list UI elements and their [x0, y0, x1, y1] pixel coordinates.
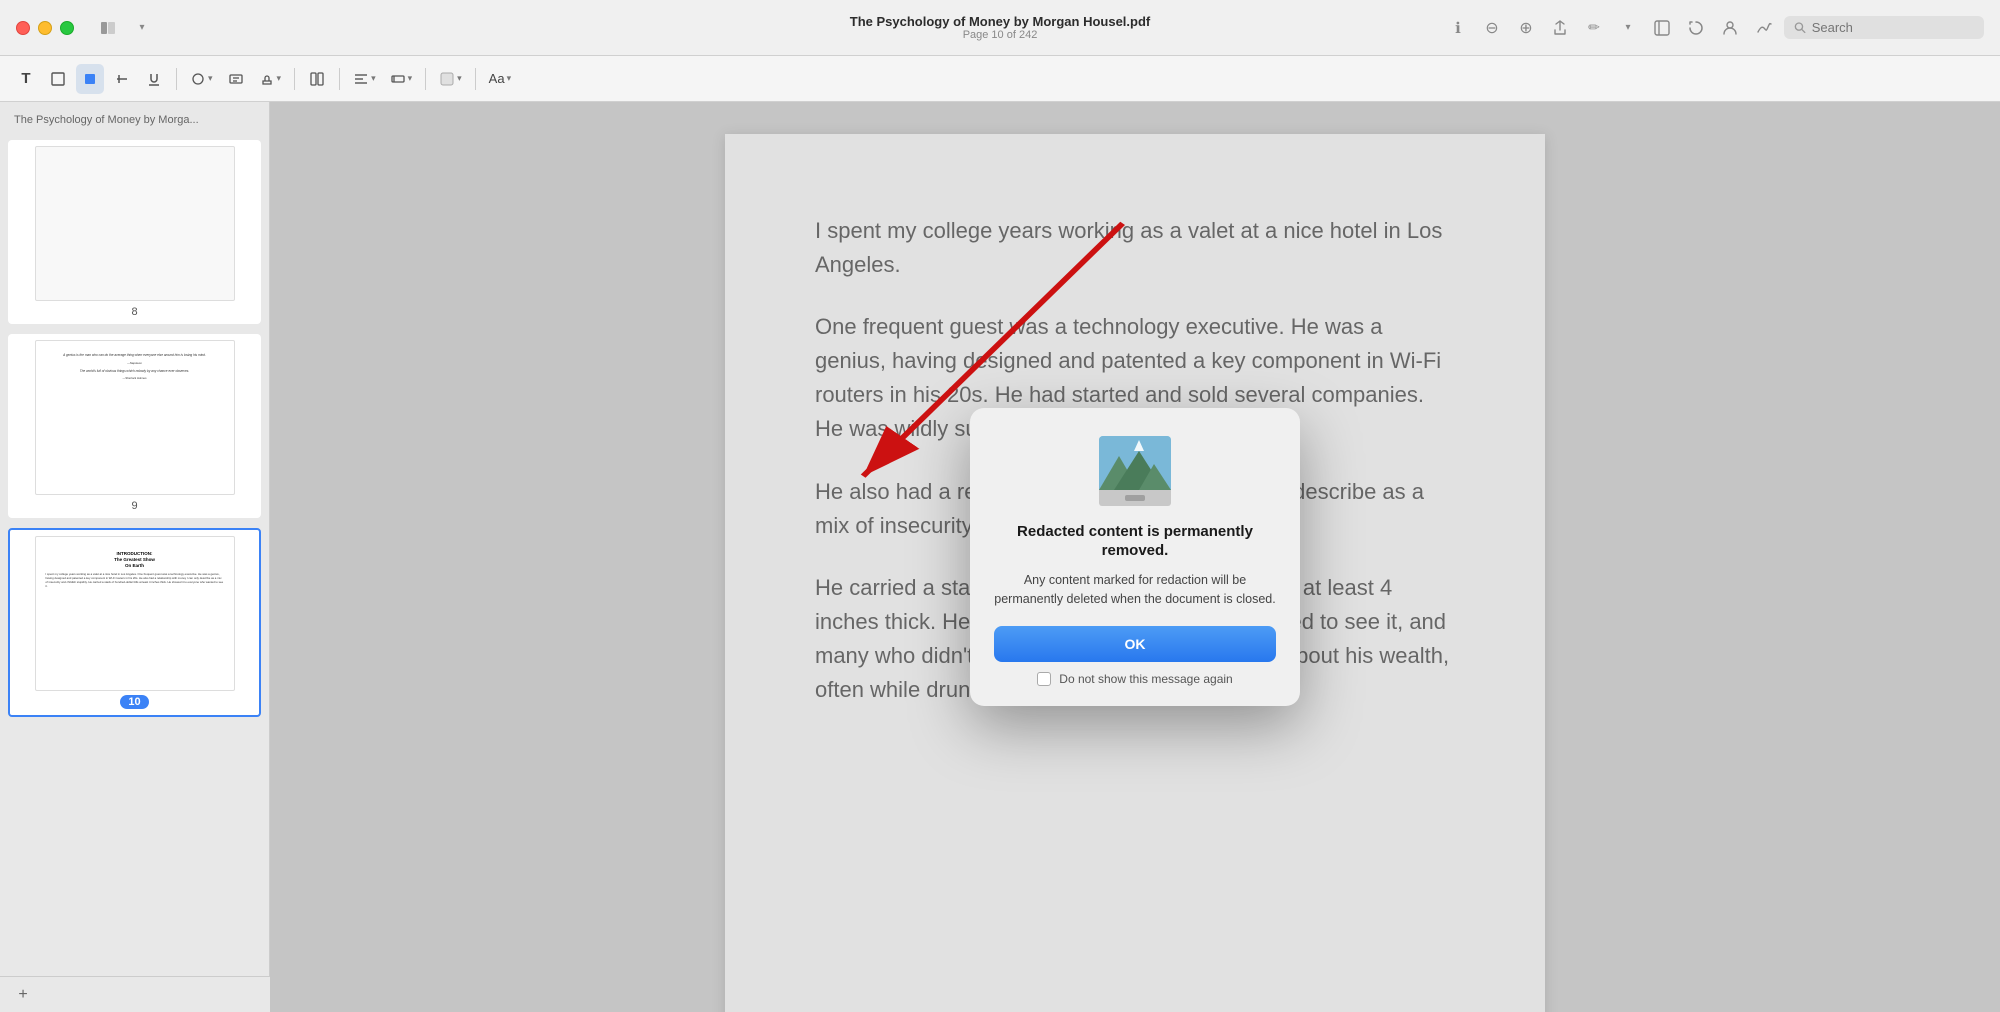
- titlebar-icons: ℹ ⊖ ⊕ ✏ ▾: [1444, 14, 1984, 42]
- fullscreen-button[interactable]: [60, 21, 74, 35]
- toolbar-separator-1: [176, 68, 177, 90]
- thumb-intro-10: INTRODUCTION:The Greatest ShowOn Earth I…: [42, 545, 228, 590]
- preview-app-icon-image: [1099, 436, 1171, 490]
- markup-button[interactable]: ✏: [1580, 14, 1608, 42]
- thumb-label-9: 9: [131, 500, 137, 512]
- traffic-lights: [16, 21, 74, 35]
- modal-dialog: Redacted content is permanently removed.…: [970, 408, 1300, 707]
- stamp-tool-button[interactable]: ▾: [254, 64, 287, 94]
- sidebar-title: The Psychology of Money by Morga...: [8, 114, 261, 130]
- zoom-out-button[interactable]: ⊖: [1478, 14, 1506, 42]
- strikethrough-tool-button[interactable]: [108, 64, 136, 94]
- icon-base-detail: [1125, 495, 1145, 501]
- page-info: Page 10 of 242: [850, 29, 1150, 41]
- align-tool-button[interactable]: ▾: [348, 64, 381, 94]
- sidebar: The Psychology of Money by Morga... 8 A …: [0, 102, 270, 1012]
- underline-tool-button[interactable]: [140, 64, 168, 94]
- zoom-in-button[interactable]: ⊕: [1512, 14, 1540, 42]
- titlebar: ▾ The Psychology of Money by Morgan Hous…: [0, 0, 2000, 56]
- sidebar-toggle-button[interactable]: [94, 14, 122, 42]
- content-area: I spent my college years working as a va…: [270, 102, 2000, 1012]
- font-tool-button[interactable]: Aa▾: [484, 64, 516, 94]
- rect-select-tool-button[interactable]: [44, 64, 72, 94]
- page-thumb-9[interactable]: A genius is the man who can do the avera…: [8, 334, 261, 518]
- color-picker-button[interactable]: ▾: [434, 64, 467, 94]
- sidebar-bottom-bar: +: [0, 976, 270, 1012]
- thumb-image-9: A genius is the man who can do the avera…: [35, 340, 235, 495]
- thumb-image-8: [35, 146, 235, 301]
- modal-ok-button[interactable]: OK: [994, 626, 1276, 662]
- toolbar-separator-2: [294, 68, 295, 90]
- rotate-button[interactable]: [1682, 14, 1710, 42]
- toolbar-separator-4: [425, 68, 426, 90]
- thumb-label-badge-10: 10: [120, 695, 148, 709]
- main-layout: The Psychology of Money by Morga... 8 A …: [0, 102, 2000, 1012]
- page-layout-button[interactable]: [303, 64, 331, 94]
- textbox-tool-button[interactable]: [222, 64, 250, 94]
- modal-overlay: Redacted content is permanently removed.…: [270, 102, 2000, 1012]
- form-tool-button[interactable]: ▾: [385, 64, 418, 94]
- thumb-label-8: 8: [131, 306, 137, 318]
- modal-body-text: Any content marked for redaction will be…: [994, 571, 1276, 609]
- shapes-tool-button[interactable]: ▾: [185, 64, 218, 94]
- modal-title: Redacted content is permanently removed.: [994, 522, 1276, 561]
- modal-checkbox-row: Do not show this message again: [1037, 672, 1232, 686]
- toolbar-separator-5: [475, 68, 476, 90]
- toolbar-separator-3: [339, 68, 340, 90]
- thumb-content-9: A genius is the man who can do the avera…: [42, 349, 228, 380]
- titlebar-center: The Psychology of Money by Morgan Housel…: [850, 14, 1150, 41]
- do-not-show-label: Do not show this message again: [1059, 672, 1232, 686]
- share-button[interactable]: [1546, 14, 1574, 42]
- thumb-image-10: INTRODUCTION:The Greatest ShowOn Earth I…: [35, 536, 235, 691]
- document-title: The Psychology of Money by Morgan Housel…: [850, 14, 1150, 29]
- thumb-intro-title: INTRODUCTION:The Greatest ShowOn Earth: [46, 551, 224, 569]
- page-thumb-10[interactable]: INTRODUCTION:The Greatest ShowOn Earth I…: [8, 528, 261, 717]
- preview-app-icon-base: [1099, 490, 1171, 506]
- signature-button[interactable]: [1750, 14, 1778, 42]
- page-thumb-8[interactable]: 8: [8, 140, 261, 324]
- close-button[interactable]: [16, 21, 30, 35]
- highlight-tool-button[interactable]: [76, 64, 104, 94]
- add-page-button[interactable]: +: [12, 984, 34, 1006]
- minimize-button[interactable]: [38, 21, 52, 35]
- info-button[interactable]: ℹ: [1444, 14, 1472, 42]
- search-icon: [1794, 21, 1806, 34]
- search-input[interactable]: [1812, 20, 1974, 35]
- thumb-intro-body: I spent my college years working as a va…: [46, 572, 224, 589]
- search-bar[interactable]: [1784, 16, 1984, 39]
- markup-dropdown[interactable]: ▾: [1614, 14, 1642, 42]
- do-not-show-checkbox[interactable]: [1037, 672, 1051, 686]
- toolbar: T ▾ ▾ ▾ ▾ ▾ Aa▾: [0, 56, 2000, 102]
- text-tool-button[interactable]: T: [12, 64, 40, 94]
- sidebar-view-button[interactable]: [1648, 14, 1676, 42]
- account-button[interactable]: [1716, 14, 1744, 42]
- modal-app-icon: [1099, 436, 1171, 508]
- icon-landscape-svg: [1099, 436, 1171, 490]
- dropdown-button[interactable]: ▾: [128, 14, 156, 42]
